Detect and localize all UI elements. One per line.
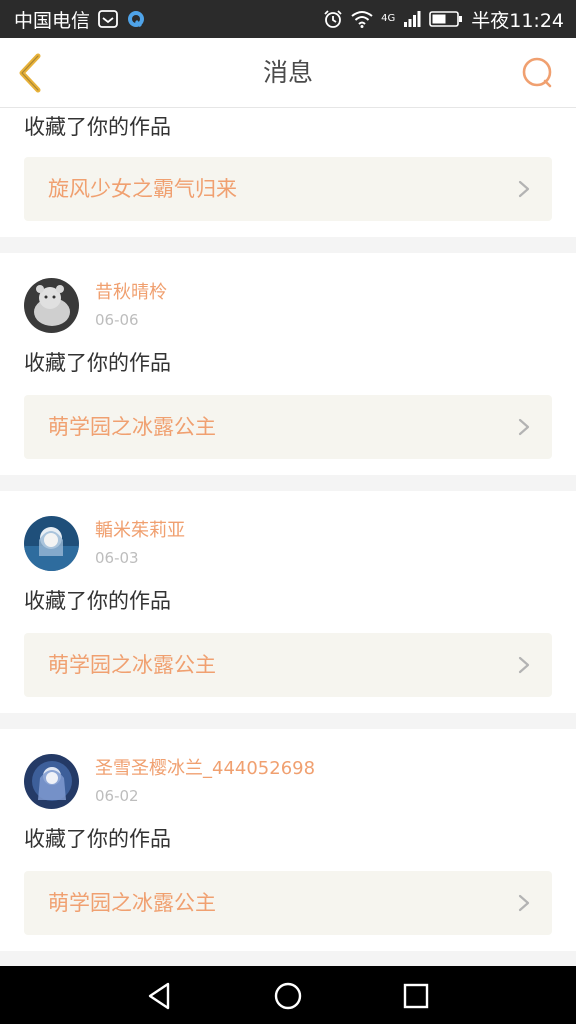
message-card: 昔秋晴柃 06-06 收藏了你的作品 萌学园之冰露公主: [0, 253, 576, 475]
message-date: 06-06: [95, 311, 139, 329]
status-bar: 中国电信 4G 半夜11:24: [0, 0, 576, 38]
page-title: 消息: [262, 58, 313, 87]
message-card: 圣雪圣樱冰兰_444052698 06-02 收藏了你的作品 萌学园之冰露公主: [0, 729, 576, 951]
chevron-right-icon: [518, 656, 530, 674]
message-date: 06-02: [95, 787, 139, 805]
work-title: 萌学园之冰露公主: [48, 891, 216, 915]
avatar[interactable]: [24, 277, 79, 333]
alarm-icon: [323, 9, 343, 29]
user-row: 圣雪圣樱冰兰_444052698 06-02: [24, 753, 315, 809]
card-divider: [0, 951, 576, 966]
network-type-label: 4G: [381, 13, 396, 24]
message-card: 輴米茱莉亚 06-03 收藏了你的作品 萌学园之冰露公主: [0, 491, 576, 713]
work-link[interactable]: 萌学园之冰露公主: [24, 633, 552, 697]
work-link[interactable]: 萌学园之冰露公主: [24, 871, 552, 935]
message-list[interactable]: 收藏了你的作品 旋风少女之霸气归来 昔秋晴柃 06-06 收藏了你的作品 萌学园…: [0, 108, 576, 966]
battery-icon: [429, 11, 463, 27]
user-meta: 圣雪圣樱冰兰_444052698 06-02: [95, 758, 315, 804]
chevron-right-icon: [518, 180, 530, 198]
status-bar-left: 中国电信: [14, 6, 146, 33]
work-title: 萌学园之冰露公主: [48, 415, 216, 439]
app-icon: [126, 9, 146, 29]
avatar[interactable]: [24, 515, 79, 571]
message-action-text: 收藏了你的作品: [24, 351, 171, 375]
message-action-text: 收藏了你的作品: [24, 115, 171, 139]
username[interactable]: 輴米茱莉亚: [95, 520, 185, 542]
avatar-image: [24, 753, 79, 809]
nav-back-button[interactable]: [142, 978, 178, 1014]
avatar-image: [24, 515, 79, 571]
work-title: 萌学园之冰露公主: [48, 653, 216, 677]
nav-recents-button[interactable]: [398, 978, 434, 1014]
username[interactable]: 圣雪圣樱冰兰_444052698: [95, 758, 315, 780]
home-circle-icon: [274, 982, 302, 1010]
signal-icon: [403, 11, 421, 27]
system-nav-bar: [0, 966, 576, 1024]
back-triangle-icon: [148, 982, 170, 1010]
avatar[interactable]: [24, 753, 79, 809]
clock-label: 半夜11:24: [471, 9, 564, 32]
work-title: 旋风少女之霸气归来: [48, 177, 237, 201]
user-row: 昔秋晴柃 06-06: [24, 277, 167, 333]
card-divider: [0, 237, 576, 253]
card-divider: [0, 713, 576, 729]
nav-home-button[interactable]: [270, 978, 306, 1014]
app-header: 消息: [0, 38, 576, 108]
message-action-text: 收藏了你的作品: [24, 589, 171, 613]
avatar-image: [24, 277, 79, 333]
message-date: 06-03: [95, 549, 139, 567]
search-icon: [522, 57, 552, 88]
message-action-text: 收藏了你的作品: [24, 827, 171, 851]
user-row: 輴米茱莉亚 06-03: [24, 515, 185, 571]
user-meta: 輴米茱莉亚 06-03: [95, 520, 185, 566]
carrier-label: 中国电信: [14, 9, 91, 32]
work-link[interactable]: 旋风少女之霸气归来: [24, 157, 552, 221]
username[interactable]: 昔秋晴柃: [95, 282, 167, 304]
work-link[interactable]: 萌学园之冰露公主: [24, 395, 552, 459]
search-button[interactable]: [520, 55, 556, 91]
message-card: 收藏了你的作品 旋风少女之霸气归来: [0, 108, 576, 237]
wifi-icon: [351, 10, 373, 28]
chevron-right-icon: [518, 894, 530, 912]
chevron-right-icon: [518, 418, 530, 436]
message-icon: [98, 10, 118, 28]
recents-square-icon: [403, 983, 429, 1009]
status-bar-right: 4G 半夜11:24: [323, 6, 564, 33]
user-meta: 昔秋晴柃 06-06: [95, 282, 167, 328]
card-divider: [0, 475, 576, 491]
